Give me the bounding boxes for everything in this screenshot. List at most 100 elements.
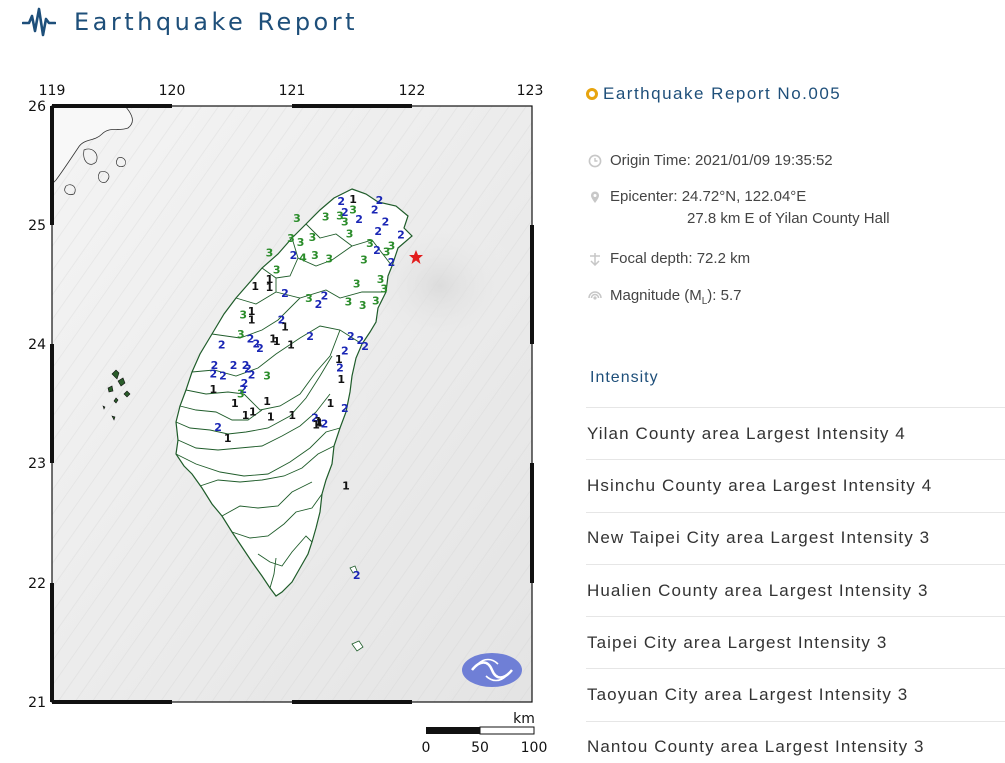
station-intensity: 1 xyxy=(327,397,335,410)
intensity-heading: Intensity xyxy=(590,369,659,386)
station-intensity: 2 xyxy=(315,298,323,311)
magnitude-icon xyxy=(588,291,602,300)
station-intensity: 2 xyxy=(209,367,217,380)
intensity-list: Yilan County area Largest Intensity 4 Hs… xyxy=(586,407,1005,763)
latitude-labels: 26 25 24 23 22 21 xyxy=(28,99,46,711)
origin-time-row: Origin Time: 2021/01/09 19:35:52 xyxy=(588,152,833,169)
station-intensity: 3 xyxy=(322,211,330,224)
lon-label: 123 xyxy=(517,83,544,99)
page-header: Earthquake Report xyxy=(22,4,358,40)
station-intensity: 3 xyxy=(293,212,301,225)
station-intensity: 1 xyxy=(231,397,239,410)
station-intensity: 3 xyxy=(239,309,247,322)
scale-tick: 100 xyxy=(521,740,548,756)
magnitude-row: Magnitude (ML): 5.7 xyxy=(588,287,741,307)
station-intensity: 2 xyxy=(347,330,355,343)
scale-tick: 0 xyxy=(422,740,431,756)
station-intensity: 3 xyxy=(237,328,245,341)
magnitude: Magnitude (ML): 5.7 xyxy=(610,287,742,307)
scale-bar: km 0 50 100 xyxy=(422,711,548,756)
station-intensity: 2 xyxy=(353,569,361,582)
station-intensity: 3 xyxy=(325,253,333,266)
lat-label: 25 xyxy=(28,218,46,234)
station-intensity: 3 xyxy=(263,370,271,383)
station-intensity: 1 xyxy=(273,335,281,348)
station-intensity: 3 xyxy=(273,263,281,276)
station-intensity: 3 xyxy=(345,296,353,309)
station-intensity: 3 xyxy=(359,299,367,312)
map-canvas: 119 120 121 122 123 26 25 24 23 22 21 12… xyxy=(28,83,548,756)
station-intensity: 2 xyxy=(248,369,256,382)
lat-label: 21 xyxy=(28,695,46,711)
station-intensity: 3 xyxy=(311,249,319,262)
station-intensity: 3 xyxy=(266,247,274,260)
station-intensity: 1 xyxy=(288,409,296,422)
station-intensity: 1 xyxy=(287,339,295,352)
report-marker-icon xyxy=(586,88,598,100)
station-intensity: 1 xyxy=(263,395,271,408)
station-intensity: 2 xyxy=(219,370,227,383)
list-item[interactable]: Hualien County area Largest Intensity 3 xyxy=(586,563,1005,616)
station-intensity: 3 xyxy=(297,236,305,249)
station-intensity: 2 xyxy=(382,216,390,229)
station-intensity: 1 xyxy=(281,321,289,334)
station-intensity: 2 xyxy=(321,418,329,431)
station-intensity: 3 xyxy=(380,282,388,295)
station-intensity: 3 xyxy=(309,231,317,244)
intensity-map[interactable]: 119 120 121 122 123 26 25 24 23 22 21 12… xyxy=(0,76,560,763)
lat-label: 24 xyxy=(28,337,46,353)
station-intensity: 3 xyxy=(346,228,354,241)
depth-icon xyxy=(590,253,600,266)
epicenter-coords: Epicenter: 24.72°N, 122.04°E xyxy=(610,188,807,205)
lat-label: 23 xyxy=(28,456,46,472)
station-intensity: 2 xyxy=(256,342,264,355)
station-intensity: 2 xyxy=(306,330,314,343)
lat-label: 22 xyxy=(28,576,46,592)
station-intensity: 2 xyxy=(230,359,238,372)
epicenter-row: Epicenter: 24.72°N, 122.04°E 27.8 km E o… xyxy=(588,188,890,227)
lon-label: 119 xyxy=(39,83,66,99)
seismograph-icon xyxy=(22,7,56,37)
station-intensity: 1 xyxy=(251,280,259,293)
scale-tick: 50 xyxy=(471,740,489,756)
list-item[interactable]: Yilan County area Largest Intensity 4 xyxy=(586,407,1005,459)
station-intensity: 1 xyxy=(209,383,217,396)
report-title: Earthquake Report No.005 xyxy=(586,84,841,104)
station-intensity: 2 xyxy=(374,225,382,238)
list-item[interactable]: Nantou County area Largest Intensity 3 xyxy=(586,720,1005,763)
station-intensity: 1 xyxy=(266,281,274,294)
station-intensity: 2 xyxy=(361,340,369,353)
station-intensity: 3 xyxy=(372,294,380,307)
station-intensity: 2 xyxy=(214,421,222,434)
list-item[interactable]: Taoyuan City area Largest Intensity 3 xyxy=(586,668,1005,720)
station-intensity: 1 xyxy=(248,314,256,327)
cwb-logo-icon xyxy=(462,653,522,687)
station-intensity: 1 xyxy=(337,373,345,386)
longitude-labels: 119 120 121 122 123 xyxy=(39,83,544,99)
page-title: Earthquake Report xyxy=(74,8,359,36)
list-item[interactable]: Taipei City area Largest Intensity 3 xyxy=(586,616,1005,668)
station-intensity: 3 xyxy=(360,254,368,267)
station-intensity: 2 xyxy=(371,204,379,217)
list-item[interactable]: Hsinchu County area Largest Intensity 4 xyxy=(586,459,1005,511)
focal-depth: Focal depth: 72.2 km xyxy=(610,250,751,267)
lon-label: 121 xyxy=(279,83,306,99)
lon-label: 122 xyxy=(399,83,426,99)
station-intensity: 2 xyxy=(290,249,298,262)
map-pin-icon xyxy=(591,191,599,203)
station-intensity: 2 xyxy=(373,244,381,257)
lat-label: 26 xyxy=(28,99,46,115)
report-title-text: Earthquake Report No.005 xyxy=(603,84,842,103)
list-item[interactable]: New Taipei City area Largest Intensity 3 xyxy=(586,511,1005,564)
station-intensity: 2 xyxy=(281,287,289,300)
station-intensity: 2 xyxy=(341,402,349,415)
station-intensity: 1 xyxy=(267,410,275,423)
station-intensity: 4 xyxy=(299,251,307,264)
station-intensity: 3 xyxy=(305,292,313,305)
station-intensity: 2 xyxy=(218,339,226,352)
station-intensity: 2 xyxy=(388,256,396,269)
station-intensity: 2 xyxy=(355,213,363,226)
lon-label: 120 xyxy=(159,83,186,99)
station-intensity: 3 xyxy=(287,232,295,245)
station-intensity: 1 xyxy=(342,480,350,493)
